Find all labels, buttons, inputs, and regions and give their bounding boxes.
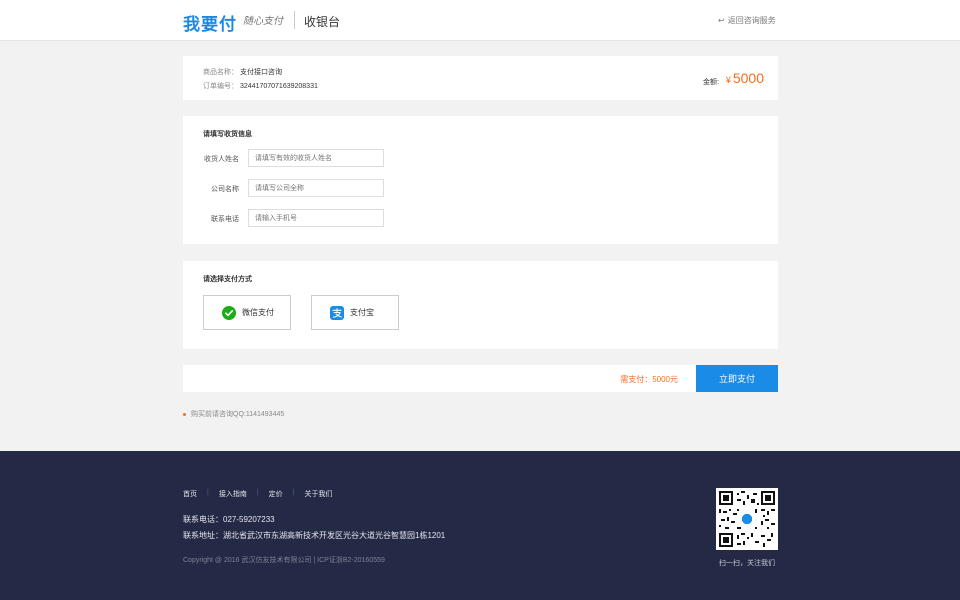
phone-input[interactable] (248, 209, 384, 227)
site-footer: 首页 | 接入指南 | 定价 | 关于我们 联系电话：027-59207233 … (0, 451, 960, 600)
bullet-dot-icon (183, 412, 186, 416)
back-to-consult-link[interactable]: ↩ 返回咨询服务 (718, 15, 776, 26)
submit-bar: 需支付：5000元 (183, 365, 778, 392)
qr-caption: 扫一扫，关注我们 (719, 560, 775, 567)
receiver-name-input[interactable] (248, 149, 384, 167)
amount-value: ¥5000 (726, 70, 764, 86)
footer-phone: 联系电话：027-59207233 (183, 515, 275, 524)
consult-note: 购买前请咨询QQ:1141493445 (183, 409, 284, 419)
currency-symbol: ¥ (725, 75, 731, 85)
page-title: 收银台 (304, 15, 341, 29)
alipay-label: 支付宝 (350, 308, 374, 317)
wechat-pay-option[interactable]: 微信支付 (203, 295, 291, 330)
consult-note-text: 购买前请咨询QQ:1141493445 (191, 411, 285, 418)
top-header: 我要付 随心支付 收银台 ↩ 返回咨询服务 (0, 0, 960, 41)
brand-logo[interactable]: 我要付 (183, 10, 237, 35)
footer-link-guide[interactable]: 接入指南 (219, 489, 247, 499)
brand-slogan: 随心支付 (243, 16, 283, 27)
company-name-label: 公司名称 (211, 186, 239, 193)
footer-nav-separator: | (256, 489, 259, 496)
phone-label: 联系电话 (211, 216, 239, 223)
footer-copyright: Copyright @ 2016 武汉仿友技术有限公司 | ICP证浙B2-20… (183, 557, 385, 564)
footer-nav: 首页 | 接入指南 | 定价 | 关于我们 (183, 489, 332, 499)
amount-number: 5000 (732, 70, 764, 86)
amount-label: 金额: (703, 79, 719, 86)
product-name-label: 商品名称： (203, 69, 238, 76)
wechat-pay-icon (222, 305, 236, 320)
alipay-option[interactable]: 支付宝 (311, 295, 399, 330)
order-number-label: 订单编号： (203, 83, 238, 90)
order-number-row: 订单编号： 32441707071639208331 (203, 81, 318, 91)
alipay-icon (330, 305, 344, 320)
order-number-value: 32441707071639208331 (240, 83, 318, 90)
wechat-pay-label: 微信支付 (242, 308, 274, 317)
qr-code-image (716, 488, 778, 550)
footer-link-about[interactable]: 关于我们 (304, 489, 332, 499)
shipping-section-title: 请填写收货信息 (203, 131, 252, 138)
back-link-label: 返回咨询服务 (727, 16, 776, 25)
shipping-info-card: 请填写收货信息 收货人姓名 公司名称 联系电话 (183, 116, 778, 244)
footer-link-pricing[interactable]: 定价 (269, 489, 283, 499)
receiver-name-label: 收货人姓名 (204, 156, 239, 163)
company-name-input[interactable] (248, 179, 384, 197)
payment-method-card: 请选择支付方式 微信支付 支付宝 (183, 261, 778, 349)
footer-link-home[interactable]: 首页 (183, 489, 197, 499)
need-pay-text: 需支付：5000元 (620, 375, 678, 384)
header-divider (294, 11, 295, 29)
footer-nav-separator: | (207, 489, 209, 496)
payment-section-title: 请选择支付方式 (203, 276, 252, 283)
product-name-value: 支付接口咨询 (240, 69, 282, 76)
pay-now-button[interactable]: 立即支付 (696, 365, 778, 392)
product-name-row: 商品名称： 支付接口咨询 (203, 67, 282, 77)
return-arrow-icon: ↩ (718, 16, 725, 25)
footer-address: 联系地址：湖北省武汉市东湖高新技术开发区光谷大道光谷智慧园1栋1201 (183, 531, 446, 540)
order-info-card: 商品名称： 支付接口咨询 订单编号： 32441707071639208331 金额… (183, 56, 778, 100)
footer-nav-separator: | (292, 489, 295, 496)
